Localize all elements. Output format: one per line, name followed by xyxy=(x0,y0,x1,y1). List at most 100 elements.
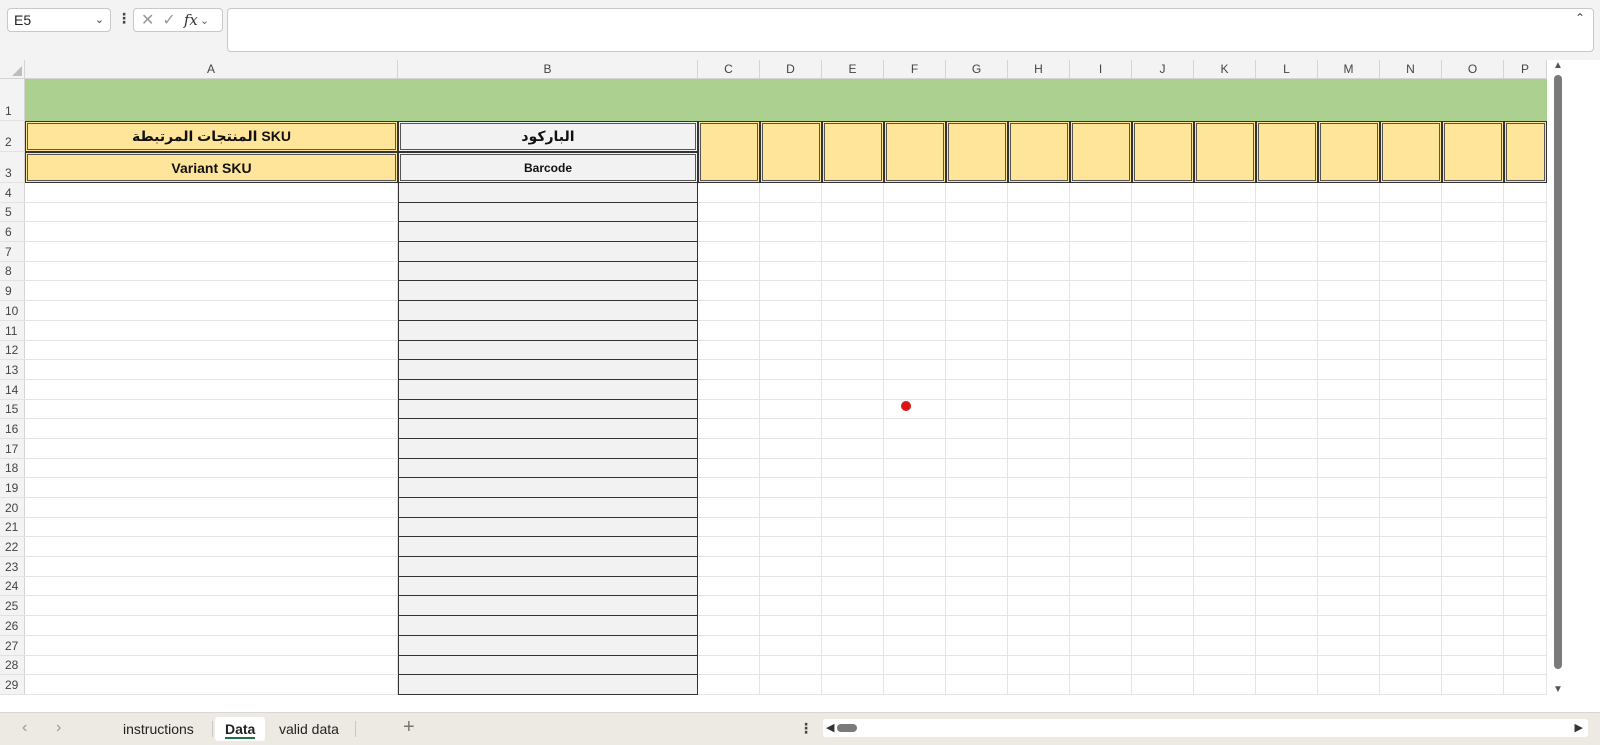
cell-g7[interactable] xyxy=(946,242,1008,262)
cell-o27[interactable] xyxy=(1442,635,1504,656)
cell-i17[interactable] xyxy=(1070,438,1132,459)
cell-n10[interactable] xyxy=(1380,301,1442,321)
cell-d29[interactable] xyxy=(760,675,822,695)
cell-g8[interactable] xyxy=(946,261,1008,282)
cell-j12[interactable] xyxy=(1132,340,1194,361)
cell-g19[interactable] xyxy=(946,478,1008,498)
cell-o10[interactable] xyxy=(1442,301,1504,321)
cell-e11[interactable] xyxy=(822,320,884,341)
cell-p19[interactable] xyxy=(1504,478,1547,498)
cell-k12[interactable] xyxy=(1194,340,1256,361)
cell-h11[interactable] xyxy=(1008,320,1070,341)
column-header-o[interactable]: O xyxy=(1442,60,1504,79)
cell-m4[interactable] xyxy=(1318,183,1380,203)
column-header-a[interactable]: A xyxy=(25,60,398,79)
cell-l18[interactable] xyxy=(1256,458,1318,479)
cell-a12[interactable] xyxy=(25,340,398,361)
cell-g15[interactable] xyxy=(946,399,1008,420)
cell-k19[interactable] xyxy=(1194,478,1256,498)
cell-m13[interactable] xyxy=(1318,360,1380,380)
cell-h17[interactable] xyxy=(1008,438,1070,459)
cell-m28[interactable] xyxy=(1318,655,1380,676)
cell-d13[interactable] xyxy=(760,360,822,380)
cell-o24[interactable] xyxy=(1442,576,1504,597)
cell-j22[interactable] xyxy=(1132,537,1194,558)
cell-o29[interactable] xyxy=(1442,675,1504,695)
cell-p7[interactable] xyxy=(1504,242,1547,262)
cell-g9[interactable] xyxy=(946,281,1008,302)
cell-a16[interactable] xyxy=(25,419,398,439)
cell-d17[interactable] xyxy=(760,438,822,459)
cell-j19[interactable] xyxy=(1132,478,1194,498)
header-block-l[interactable] xyxy=(1256,121,1318,183)
cell-h26[interactable] xyxy=(1008,616,1070,636)
cell-a4[interactable] xyxy=(25,183,398,203)
column-header-f[interactable]: F xyxy=(884,60,946,79)
cell-n22[interactable] xyxy=(1380,537,1442,558)
cell-g10[interactable] xyxy=(946,301,1008,321)
cell-p22[interactable] xyxy=(1504,537,1547,558)
cell-b19[interactable] xyxy=(398,478,698,498)
cell-j9[interactable] xyxy=(1132,281,1194,302)
cell-n24[interactable] xyxy=(1380,576,1442,597)
cell-d28[interactable] xyxy=(760,655,822,676)
row-header-9[interactable]: 9 xyxy=(0,281,25,302)
row-header-13[interactable]: 13 xyxy=(0,360,25,380)
cell-l28[interactable] xyxy=(1256,655,1318,676)
cell-c8[interactable] xyxy=(698,261,760,282)
cell-l15[interactable] xyxy=(1256,399,1318,420)
cell-n18[interactable] xyxy=(1380,458,1442,479)
collapse-icon[interactable]: ⌃ xyxy=(1575,11,1585,25)
cell-h27[interactable] xyxy=(1008,635,1070,656)
cell-a23[interactable] xyxy=(25,557,398,577)
cell-e24[interactable] xyxy=(822,576,884,597)
chevron-down-icon[interactable]: ⌄ xyxy=(200,14,209,27)
cell-c14[interactable] xyxy=(698,379,760,400)
cell-j15[interactable] xyxy=(1132,399,1194,420)
row-header-14[interactable]: 14 xyxy=(0,380,25,400)
row-header-28[interactable]: 28 xyxy=(0,656,25,676)
cell-h6[interactable] xyxy=(1008,222,1070,243)
cell-o4[interactable] xyxy=(1442,183,1504,203)
cell-d12[interactable] xyxy=(760,340,822,361)
cell-d24[interactable] xyxy=(760,576,822,597)
cell-f16[interactable] xyxy=(884,419,946,439)
cell-b26[interactable] xyxy=(398,616,698,636)
cell-n15[interactable] xyxy=(1380,399,1442,420)
cell-l13[interactable] xyxy=(1256,360,1318,380)
cell-g5[interactable] xyxy=(946,202,1008,223)
cell-n27[interactable] xyxy=(1380,635,1442,656)
cell-l7[interactable] xyxy=(1256,242,1318,262)
cell-n7[interactable] xyxy=(1380,242,1442,262)
cell-h14[interactable] xyxy=(1008,379,1070,400)
cell-b21[interactable] xyxy=(398,517,698,538)
cell-o13[interactable] xyxy=(1442,360,1504,380)
scroll-up-icon[interactable]: ▲ xyxy=(1553,60,1563,71)
more-options-icon[interactable]: ⋮ xyxy=(117,10,131,27)
cell-k7[interactable] xyxy=(1194,242,1256,262)
cell-j18[interactable] xyxy=(1132,458,1194,479)
cell-c18[interactable] xyxy=(698,458,760,479)
cell-a11[interactable] xyxy=(25,320,398,341)
row-header-19[interactable]: 19 xyxy=(0,478,25,498)
cell-n21[interactable] xyxy=(1380,517,1442,538)
cell-g24[interactable] xyxy=(946,576,1008,597)
cell-c25[interactable] xyxy=(698,596,760,617)
cell-f4[interactable] xyxy=(884,183,946,203)
cell-o15[interactable] xyxy=(1442,399,1504,420)
cell-j23[interactable] xyxy=(1132,557,1194,577)
cell-e20[interactable] xyxy=(822,498,884,518)
cell-l20[interactable] xyxy=(1256,498,1318,518)
cell-j10[interactable] xyxy=(1132,301,1194,321)
cell-n13[interactable] xyxy=(1380,360,1442,380)
cell-n28[interactable] xyxy=(1380,655,1442,676)
cell-i27[interactable] xyxy=(1070,635,1132,656)
cell-j28[interactable] xyxy=(1132,655,1194,676)
cell-h7[interactable] xyxy=(1008,242,1070,262)
cell-i25[interactable] xyxy=(1070,596,1132,617)
cell-a24[interactable] xyxy=(25,576,398,597)
cell-b29[interactable] xyxy=(398,675,698,695)
cell-a26[interactable] xyxy=(25,616,398,636)
cell-i4[interactable] xyxy=(1070,183,1132,203)
cell-o6[interactable] xyxy=(1442,222,1504,243)
